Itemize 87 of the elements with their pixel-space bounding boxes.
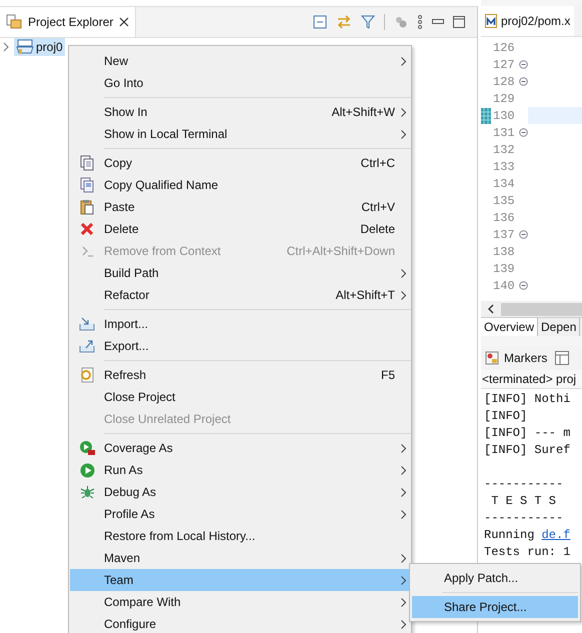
line-number: 130 <box>493 108 516 122</box>
editor-tab[interactable]: proj02/pom.x <box>481 6 574 36</box>
import-icon <box>79 317 95 331</box>
filter-icon[interactable] <box>361 15 375 29</box>
menu-item[interactable]: Apply Patch... <box>412 567 578 589</box>
coverage-icon <box>79 440 95 456</box>
menu-item[interactable]: Debug As <box>70 481 411 503</box>
menu-item[interactable]: Profile As <box>70 503 411 525</box>
menu-item[interactable]: Restore from Local History... <box>70 525 411 547</box>
paste-icon <box>80 199 94 215</box>
console-line: T E S T S <box>490 493 558 510</box>
line-number: 138 <box>493 244 516 258</box>
menu-item[interactable]: Build Path <box>70 262 411 284</box>
console-line: ----------- <box>484 476 564 493</box>
menu-item[interactable]: New <box>70 50 411 72</box>
line-number: 132 <box>493 142 516 156</box>
menu-item[interactable]: Show In Alt+Shift+W <box>70 101 411 123</box>
fold-icon[interactable] <box>519 281 528 290</box>
explorer-title: Project Explorer <box>28 15 114 29</box>
expand-icon[interactable] <box>2 42 10 52</box>
menu-item[interactable]: Compare With <box>70 591 411 613</box>
markers-icon <box>485 351 499 365</box>
menu-item[interactable]: Team <box>70 569 411 591</box>
line-number: 135 <box>493 194 516 208</box>
line-number: 133 <box>493 160 516 174</box>
menu-item[interactable]: Close Project <box>70 386 411 408</box>
copy-icon <box>80 177 94 193</box>
maximize-icon[interactable] <box>453 16 465 28</box>
export-icon <box>79 339 95 353</box>
bug-icon <box>80 484 94 500</box>
collapse-all-icon[interactable] <box>313 15 327 29</box>
menu-item[interactable]: Copy Qualified Name <box>70 174 411 196</box>
scrollbar-thumb[interactable] <box>501 302 582 316</box>
delete-icon <box>80 222 94 236</box>
folder-icon <box>6 14 22 30</box>
menu-item[interactable]: Copy Ctrl+C <box>70 152 411 174</box>
menu-item[interactable]: Coverage As <box>70 437 411 459</box>
line-number: 134 <box>493 176 516 190</box>
tree-item[interactable]: proj0 <box>14 38 65 56</box>
menu-item[interactable]: Import... <box>70 313 411 335</box>
menu-item[interactable]: Delete Delete <box>70 218 411 240</box>
run-icon <box>80 462 94 478</box>
line-number: 129 <box>493 92 516 106</box>
menu-item[interactable]: Export... <box>70 335 411 357</box>
menu-item[interactable]: Go Into <box>70 72 411 94</box>
menu-item[interactable]: Configure <box>70 613 411 633</box>
menu-item[interactable]: Refresh F5 <box>70 364 411 386</box>
refresh-icon <box>80 367 94 383</box>
menu-item[interactable]: Run As <box>70 459 411 481</box>
console-line: ----------- <box>484 510 564 527</box>
menu-item[interactable]: Share Project... <box>412 596 578 618</box>
console-line: Running de.f <box>484 527 572 544</box>
explorer-tab[interactable]: Project Explorer <box>0 7 136 37</box>
console-link[interactable]: de.f <box>542 528 570 542</box>
copy-icon <box>80 155 94 171</box>
fold-icon[interactable] <box>519 128 528 137</box>
minimize-icon[interactable] <box>432 19 444 25</box>
fold-icon[interactable] <box>519 77 528 86</box>
marker-icon <box>481 108 491 124</box>
console-line: [INFO] Nothi <box>484 391 572 408</box>
line-number: 127 <box>493 58 516 72</box>
more-icon[interactable] <box>417 15 423 29</box>
fold-icon[interactable] <box>519 60 528 69</box>
fold-icon[interactable] <box>519 230 528 239</box>
console-line: [INFO] --- m <box>484 425 572 442</box>
console-line: Tests run: 1 <box>484 544 572 561</box>
line-number: 136 <box>493 210 516 224</box>
console-line: [INFO] Suref <box>484 442 572 459</box>
menu-item[interactable]: Show in Local Terminal <box>70 123 411 145</box>
table-icon[interactable] <box>555 351 570 365</box>
line-number: 131 <box>493 126 516 140</box>
line-number: 140 <box>493 278 516 292</box>
line-number: 137 <box>493 228 516 242</box>
remove-context-icon <box>80 244 94 258</box>
line-number: 126 <box>493 40 516 54</box>
line-number: 128 <box>493 74 516 88</box>
menu-item[interactable]: Refactor Alt+Shift+T <box>70 284 411 306</box>
menu-item[interactable]: Paste Ctrl+V <box>70 196 411 218</box>
console-header: <terminated> proj <box>481 370 582 389</box>
line-number: 139 <box>493 262 516 276</box>
editor-page-tab[interactable]: Overview <box>481 318 538 336</box>
scroll-left-icon[interactable] <box>487 304 495 314</box>
file-icon <box>485 14 497 28</box>
editor-page-tab[interactable]: Depen <box>538 318 580 336</box>
close-icon[interactable] <box>119 17 130 27</box>
menu-item[interactable]: Maven <box>70 547 411 569</box>
console-line: [INFO] <box>484 408 528 425</box>
